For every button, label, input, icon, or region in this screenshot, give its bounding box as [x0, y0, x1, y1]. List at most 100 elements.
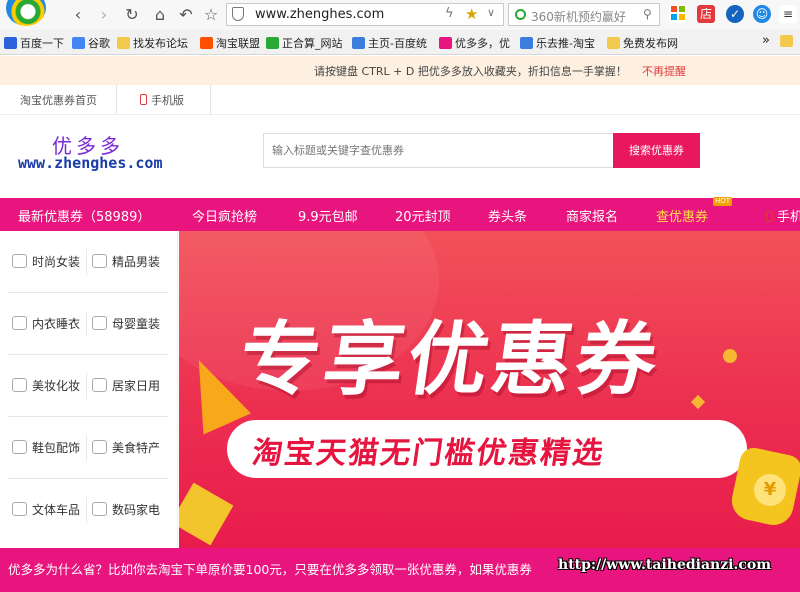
category-label: 美妆化妆: [32, 379, 81, 393]
site-top-nav: 淘宝优惠券首页 手机版: [0, 85, 800, 115]
category-label: 时尚女装: [32, 255, 81, 269]
umbrella-icon: [92, 378, 107, 392]
home-icon[interactable]: ⌂: [150, 5, 170, 25]
favorite-star-icon[interactable]: ☆: [201, 5, 221, 25]
category-beauty[interactable]: 美妆化妆: [12, 377, 80, 394]
nav-merchant-signup[interactable]: 商家报名: [566, 206, 618, 225]
browser-toolbar: ‹ › ↻ ⌂ ↶ ☆ www.zhenghes.com ϟ ★ ∨ 360新机…: [0, 0, 800, 30]
bookmark-google[interactable]: 谷歌: [72, 35, 110, 51]
category-mens-fashion[interactable]: 精品男装: [92, 253, 160, 270]
refresh-icon[interactable]: ↻: [122, 5, 142, 25]
category-food[interactable]: 美食特产: [92, 439, 160, 456]
category-sidebar: 时尚女装 精品男装 内衣睡衣 母婴童装 美妆化妆 居家日用 鞋包配饰 美食特产 …: [0, 231, 178, 548]
undo-icon[interactable]: ↶: [176, 5, 196, 25]
coupon-home-link[interactable]: 淘宝优惠券首页: [20, 92, 97, 108]
category-row: 鞋包配饰 美食特产: [8, 417, 168, 479]
mobile-version-link[interactable]: 手机版: [140, 92, 184, 108]
menu-icon[interactable]: ≡: [779, 5, 797, 23]
lightning-icon[interactable]: ϟ: [445, 6, 454, 21]
dismiss-notice-link[interactable]: 不再提醒: [642, 63, 686, 79]
banner-decoration: [179, 482, 234, 546]
bookmark-star-icon[interactable]: ★: [465, 5, 478, 23]
more-bookmarks-icon[interactable]: »: [762, 33, 770, 49]
folder-icon[interactable]: [780, 35, 796, 51]
main-nav: 最新优惠券（58989） 今日疯抢榜 9.9元包邮 20元封顶 券头条 商家报名…: [0, 197, 800, 231]
browser-logo-icon[interactable]: [6, 0, 46, 26]
bookmark-label: 淘宝联盟: [216, 37, 260, 50]
shield-icon: [232, 7, 244, 21]
windows-icon[interactable]: [669, 5, 687, 23]
browser-search-text[interactable]: 360新机预约赢好: [531, 8, 626, 25]
divider: [86, 249, 87, 275]
search-engine-icon: [515, 9, 526, 20]
push-icon: [520, 37, 533, 49]
bookmark-taobao-alliance[interactable]: 淘宝联盟: [200, 35, 260, 51]
bookmark-label: 正合算_网站: [282, 37, 343, 50]
bookmark-youduoduo[interactable]: 优多多，优: [439, 35, 510, 51]
category-label: 文体车品: [32, 503, 81, 517]
nav-mobile[interactable]: 手机: [766, 206, 800, 225]
category-electronics[interactable]: 数码家电: [92, 501, 160, 518]
pen-icon: [12, 502, 27, 516]
forward-icon[interactable]: ›: [94, 5, 114, 25]
paw-icon: [4, 37, 17, 49]
category-sports-car[interactable]: 文体车品: [12, 501, 80, 518]
bookmark-label: 百度一下: [20, 37, 64, 50]
bookmark-lequtui[interactable]: 乐去推-淘宝: [520, 35, 595, 51]
store-extension-icon[interactable]: 店: [697, 5, 715, 23]
site-header: 优多多 www.zhenghes.com 搜索优惠券: [0, 116, 800, 198]
category-row: 文体车品 数码家电: [8, 479, 168, 541]
ticker-text: 优多多为什么省？比如你去淘宝下单原价要100元，只要在优多多领取一张优惠券，如果…: [8, 562, 532, 577]
bookmark-baidu-tongji[interactable]: 主页-百度统: [352, 35, 427, 51]
camera-icon: [92, 502, 107, 516]
cosmetics-icon: [12, 378, 27, 392]
folder-icon: [607, 37, 620, 49]
phone-icon: [140, 94, 147, 105]
chevron-down-icon[interactable]: ∨: [487, 6, 495, 19]
nav-9-9-free-shipping[interactable]: 9.9元包邮: [298, 206, 358, 225]
coupon-search-input[interactable]: [264, 134, 610, 167]
bookmark-forum[interactable]: 找发布论坛: [117, 35, 188, 51]
bookmark-baidu[interactable]: 百度一下: [4, 35, 64, 51]
brand-url[interactable]: www.zhenghes.com: [18, 154, 163, 172]
address-url[interactable]: www.zhenghes.com: [255, 7, 384, 22]
divider: [210, 85, 211, 115]
bookmark-label: 主页-百度统: [368, 37, 427, 50]
divider: [86, 435, 87, 461]
category-row: 内衣睡衣 母婴童装: [8, 293, 168, 355]
taobao-alliance-icon: [200, 37, 213, 49]
category-womens-fashion[interactable]: 时尚女装: [12, 253, 80, 270]
shirt-icon: [92, 254, 107, 268]
nav-mobile-label: 手机: [777, 210, 800, 225]
search-coupon-button[interactable]: 搜索优惠券: [613, 133, 700, 168]
mobile-version-label: 手机版: [151, 94, 184, 107]
address-bar[interactable]: www.zhenghes.com ϟ ★ ∨: [226, 3, 504, 26]
nav-latest-coupons[interactable]: 最新优惠券（58989）: [18, 206, 150, 225]
google-icon: [72, 37, 85, 49]
category-home-goods[interactable]: 居家日用: [92, 377, 160, 394]
banner-decoration: [690, 394, 706, 410]
nav-check-coupons[interactable]: 查优惠券: [656, 206, 708, 225]
bookmark-free-publish[interactable]: 免费发布网: [607, 35, 678, 51]
promo-banner[interactable]: 专享优惠券 淘宝天猫无门槛优惠精选 ¥: [179, 231, 800, 548]
bookmark-zhenghesuan[interactable]: 正合算_网站: [266, 35, 343, 51]
category-shoes-bags[interactable]: 鞋包配饰: [12, 439, 80, 456]
search-icon[interactable]: ⚲: [643, 7, 652, 21]
shield-extension-icon[interactable]: ✓: [726, 5, 744, 23]
nav-20-cap[interactable]: 20元封顶: [395, 206, 451, 225]
browser-search-box[interactable]: 360新机预约赢好 ⚲: [508, 3, 660, 26]
category-underwear[interactable]: 内衣睡衣: [12, 315, 80, 332]
nav-daily-rush[interactable]: 今日疯抢榜: [192, 206, 257, 225]
chat-extension-icon[interactable]: ☺: [753, 5, 771, 23]
nav-coupon-headlines[interactable]: 券头条: [488, 206, 527, 225]
back-icon[interactable]: ‹: [68, 5, 88, 25]
category-label: 母婴童装: [112, 317, 161, 331]
category-label: 居家日用: [112, 379, 161, 393]
category-label: 精品男装: [112, 255, 161, 269]
notice-message: 请按键盘 CTRL + D 把优多多放入收藏夹，折扣信息一手掌握！: [314, 65, 627, 78]
bookmark-label: 免费发布网: [623, 37, 678, 50]
hot-badge: HOT: [713, 197, 733, 206]
category-row: 美妆化妆 居家日用: [8, 355, 168, 417]
chart-icon: [352, 37, 365, 49]
category-baby-kids[interactable]: 母婴童装: [92, 315, 160, 332]
